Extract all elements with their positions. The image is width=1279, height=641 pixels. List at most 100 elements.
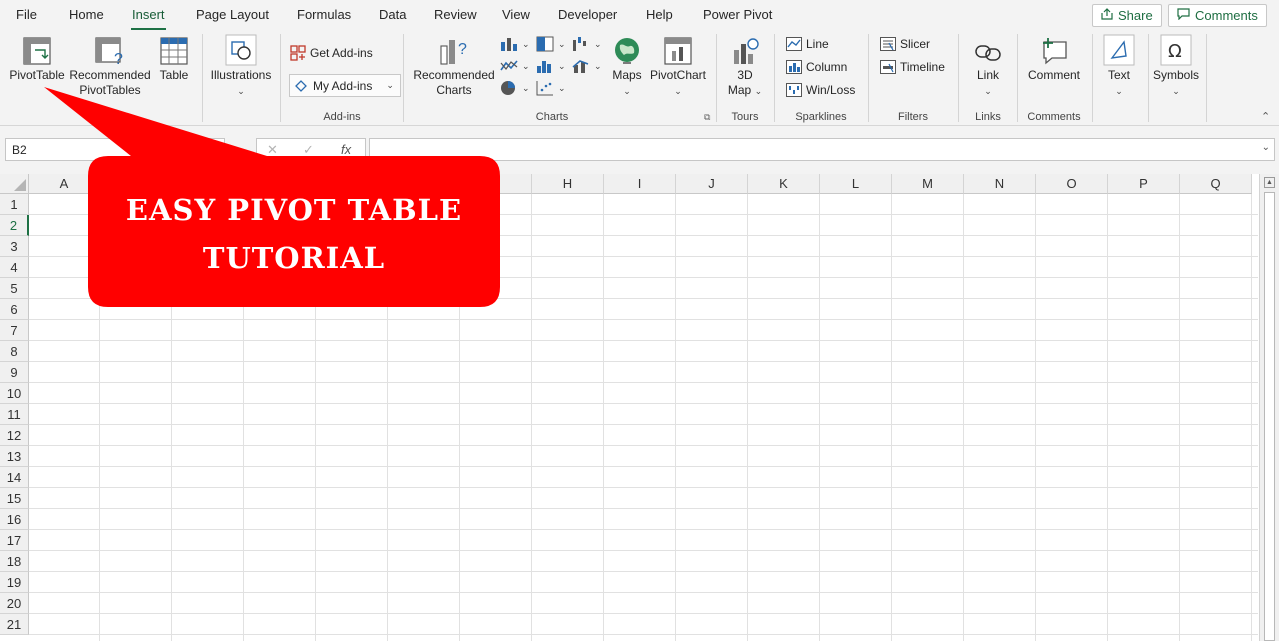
store-icon <box>290 45 306 61</box>
row-header[interactable]: 18 <box>0 551 29 572</box>
pie-chart-button[interactable]: ⌄ <box>500 80 530 96</box>
row-header[interactable]: 3 <box>0 236 29 257</box>
waterfall-chart-button[interactable]: ⌄ <box>572 36 602 52</box>
tab-formulas[interactable]: Formulas <box>297 7 351 22</box>
maps-button[interactable]: Maps ⌄ <box>608 36 646 99</box>
row-header[interactable]: 9 <box>0 362 29 383</box>
tab-help[interactable]: Help <box>646 7 673 22</box>
tab-review[interactable]: Review <box>434 7 477 22</box>
column-header[interactable]: I <box>604 174 676 194</box>
slicer-button[interactable]: Slicer <box>880 37 930 51</box>
tab-developer[interactable]: Developer <box>558 7 617 22</box>
sparkline-column-label: Column <box>806 60 848 74</box>
select-all-icon <box>14 179 26 191</box>
recommended-pivottables-button[interactable]: ? Recommended PivotTables <box>68 36 152 98</box>
column-header[interactable]: H <box>532 174 604 194</box>
formula-input[interactable]: ⌄ <box>369 138 1275 161</box>
pivotchart-button[interactable]: PivotChart ⌄ <box>648 36 708 99</box>
row-header[interactable]: 2 <box>0 215 29 236</box>
chevron-down-icon[interactable]: ⌄ <box>1262 142 1270 153</box>
scatter-chart-button[interactable]: ⌄ <box>536 80 566 96</box>
table-button[interactable]: Table <box>154 36 194 83</box>
scrollbar-thumb[interactable] <box>1264 192 1275 641</box>
row-header[interactable]: 15 <box>0 488 29 509</box>
row-header[interactable]: 8 <box>0 341 29 362</box>
tab-file[interactable]: File <box>16 7 37 22</box>
column-header[interactable]: Q <box>1180 174 1252 194</box>
tab-view[interactable]: View <box>502 7 530 22</box>
column-header[interactable]: J <box>676 174 748 194</box>
pivottable-button[interactable]: PivotTable <box>8 36 66 83</box>
sparkline-line-button[interactable]: Line <box>786 37 829 51</box>
link-button[interactable]: Link ⌄ <box>966 38 1010 99</box>
name-box[interactable]: B2 <box>5 138 225 161</box>
row-header[interactable]: 17 <box>0 530 29 551</box>
scroll-up-icon[interactable]: ▲ <box>1264 177 1275 188</box>
timeline-label: Timeline <box>900 60 945 74</box>
3d-map-button[interactable]: 3D Map ⌄ <box>724 36 766 99</box>
charts-dialog-launcher-icon[interactable]: ⧉ <box>704 112 710 123</box>
comments-button[interactable]: Comments <box>1168 4 1267 27</box>
tab-page-layout[interactable]: Page Layout <box>196 7 269 22</box>
row-header[interactable]: 21 <box>0 614 29 635</box>
timeline-button[interactable]: Timeline <box>880 60 945 74</box>
grid-column-line <box>819 194 820 641</box>
recommended-pivottables-icon: ? <box>95 37 123 66</box>
pie-chart-icon <box>501 81 515 95</box>
column-header[interactable]: N <box>964 174 1036 194</box>
column-header[interactable]: P <box>1108 174 1180 194</box>
row-header[interactable]: 7 <box>0 320 29 341</box>
row-header[interactable]: 11 <box>0 404 29 425</box>
tab-power-pivot[interactable]: Power Pivot <box>703 7 772 22</box>
my-addins-button[interactable]: My Add-ins ⌄ <box>289 74 401 97</box>
text-button[interactable]: Text ⌄ <box>1100 34 1138 99</box>
column-chart-button[interactable]: ⌄ <box>500 36 530 52</box>
grid-row-line <box>29 424 1258 425</box>
text-label: Text <box>1107 68 1130 82</box>
group-separator <box>958 34 959 122</box>
line-chart-button[interactable]: ⌄ <box>500 58 530 74</box>
hierarchy-chart-button[interactable]: ⌄ <box>536 36 566 52</box>
row-header[interactable]: 20 <box>0 593 29 614</box>
column-header[interactable]: K <box>748 174 820 194</box>
row-header[interactable]: 6 <box>0 299 29 320</box>
share-button[interactable]: Share <box>1092 4 1162 27</box>
row-header[interactable]: 13 <box>0 446 29 467</box>
illustrations-label: Illustrations <box>210 68 272 82</box>
chevron-down-icon: ⌄ <box>386 80 394 90</box>
sparkline-winloss-button[interactable]: Win/Loss <box>786 83 855 97</box>
globe-icon <box>615 38 639 64</box>
illustrations-button[interactable]: Illustrations ⌄ <box>208 34 274 99</box>
column-header[interactable]: L <box>820 174 892 194</box>
get-addins-button[interactable]: Get Add-ins <box>290 45 373 61</box>
recommended-charts-button[interactable]: ? Recommended Charts <box>412 36 496 98</box>
row-header[interactable]: 19 <box>0 572 29 593</box>
row-header[interactable]: 5 <box>0 278 29 299</box>
row-header[interactable]: 12 <box>0 425 29 446</box>
grid-column-line <box>963 194 964 641</box>
row-header[interactable]: 16 <box>0 509 29 530</box>
tab-home[interactable]: Home <box>69 7 104 22</box>
statistic-chart-button[interactable]: ⌄ <box>536 58 566 74</box>
vertical-scrollbar[interactable]: ▲ <box>1259 174 1279 641</box>
column-header[interactable]: M <box>892 174 964 194</box>
row-header[interactable]: 14 <box>0 467 29 488</box>
row-header[interactable]: 4 <box>0 257 29 278</box>
tab-insert[interactable]: Insert <box>131 7 166 31</box>
new-comment-button[interactable]: Comment <box>1024 36 1084 83</box>
select-all-corner[interactable] <box>0 174 29 194</box>
row-header[interactable]: 1 <box>0 194 29 215</box>
sparkline-line-label: Line <box>806 37 829 51</box>
enter-icon[interactable]: ✓ <box>303 142 314 158</box>
collapse-ribbon-icon[interactable]: ⌃ <box>1261 110 1270 123</box>
cancel-icon[interactable]: ✕ <box>267 142 278 158</box>
sparkline-column-button[interactable]: Column <box>786 60 847 74</box>
row-header[interactable]: 10 <box>0 383 29 404</box>
grid-row-line <box>29 550 1258 551</box>
tab-data[interactable]: Data <box>379 7 406 22</box>
column-header[interactable]: O <box>1036 174 1108 194</box>
comment-label: Comment <box>1027 68 1080 82</box>
combo-chart-button[interactable]: ⌄ <box>572 58 602 74</box>
insert-function-icon[interactable]: fx <box>341 142 351 157</box>
symbols-button[interactable]: Ω Symbols ⌄ <box>1152 34 1200 99</box>
